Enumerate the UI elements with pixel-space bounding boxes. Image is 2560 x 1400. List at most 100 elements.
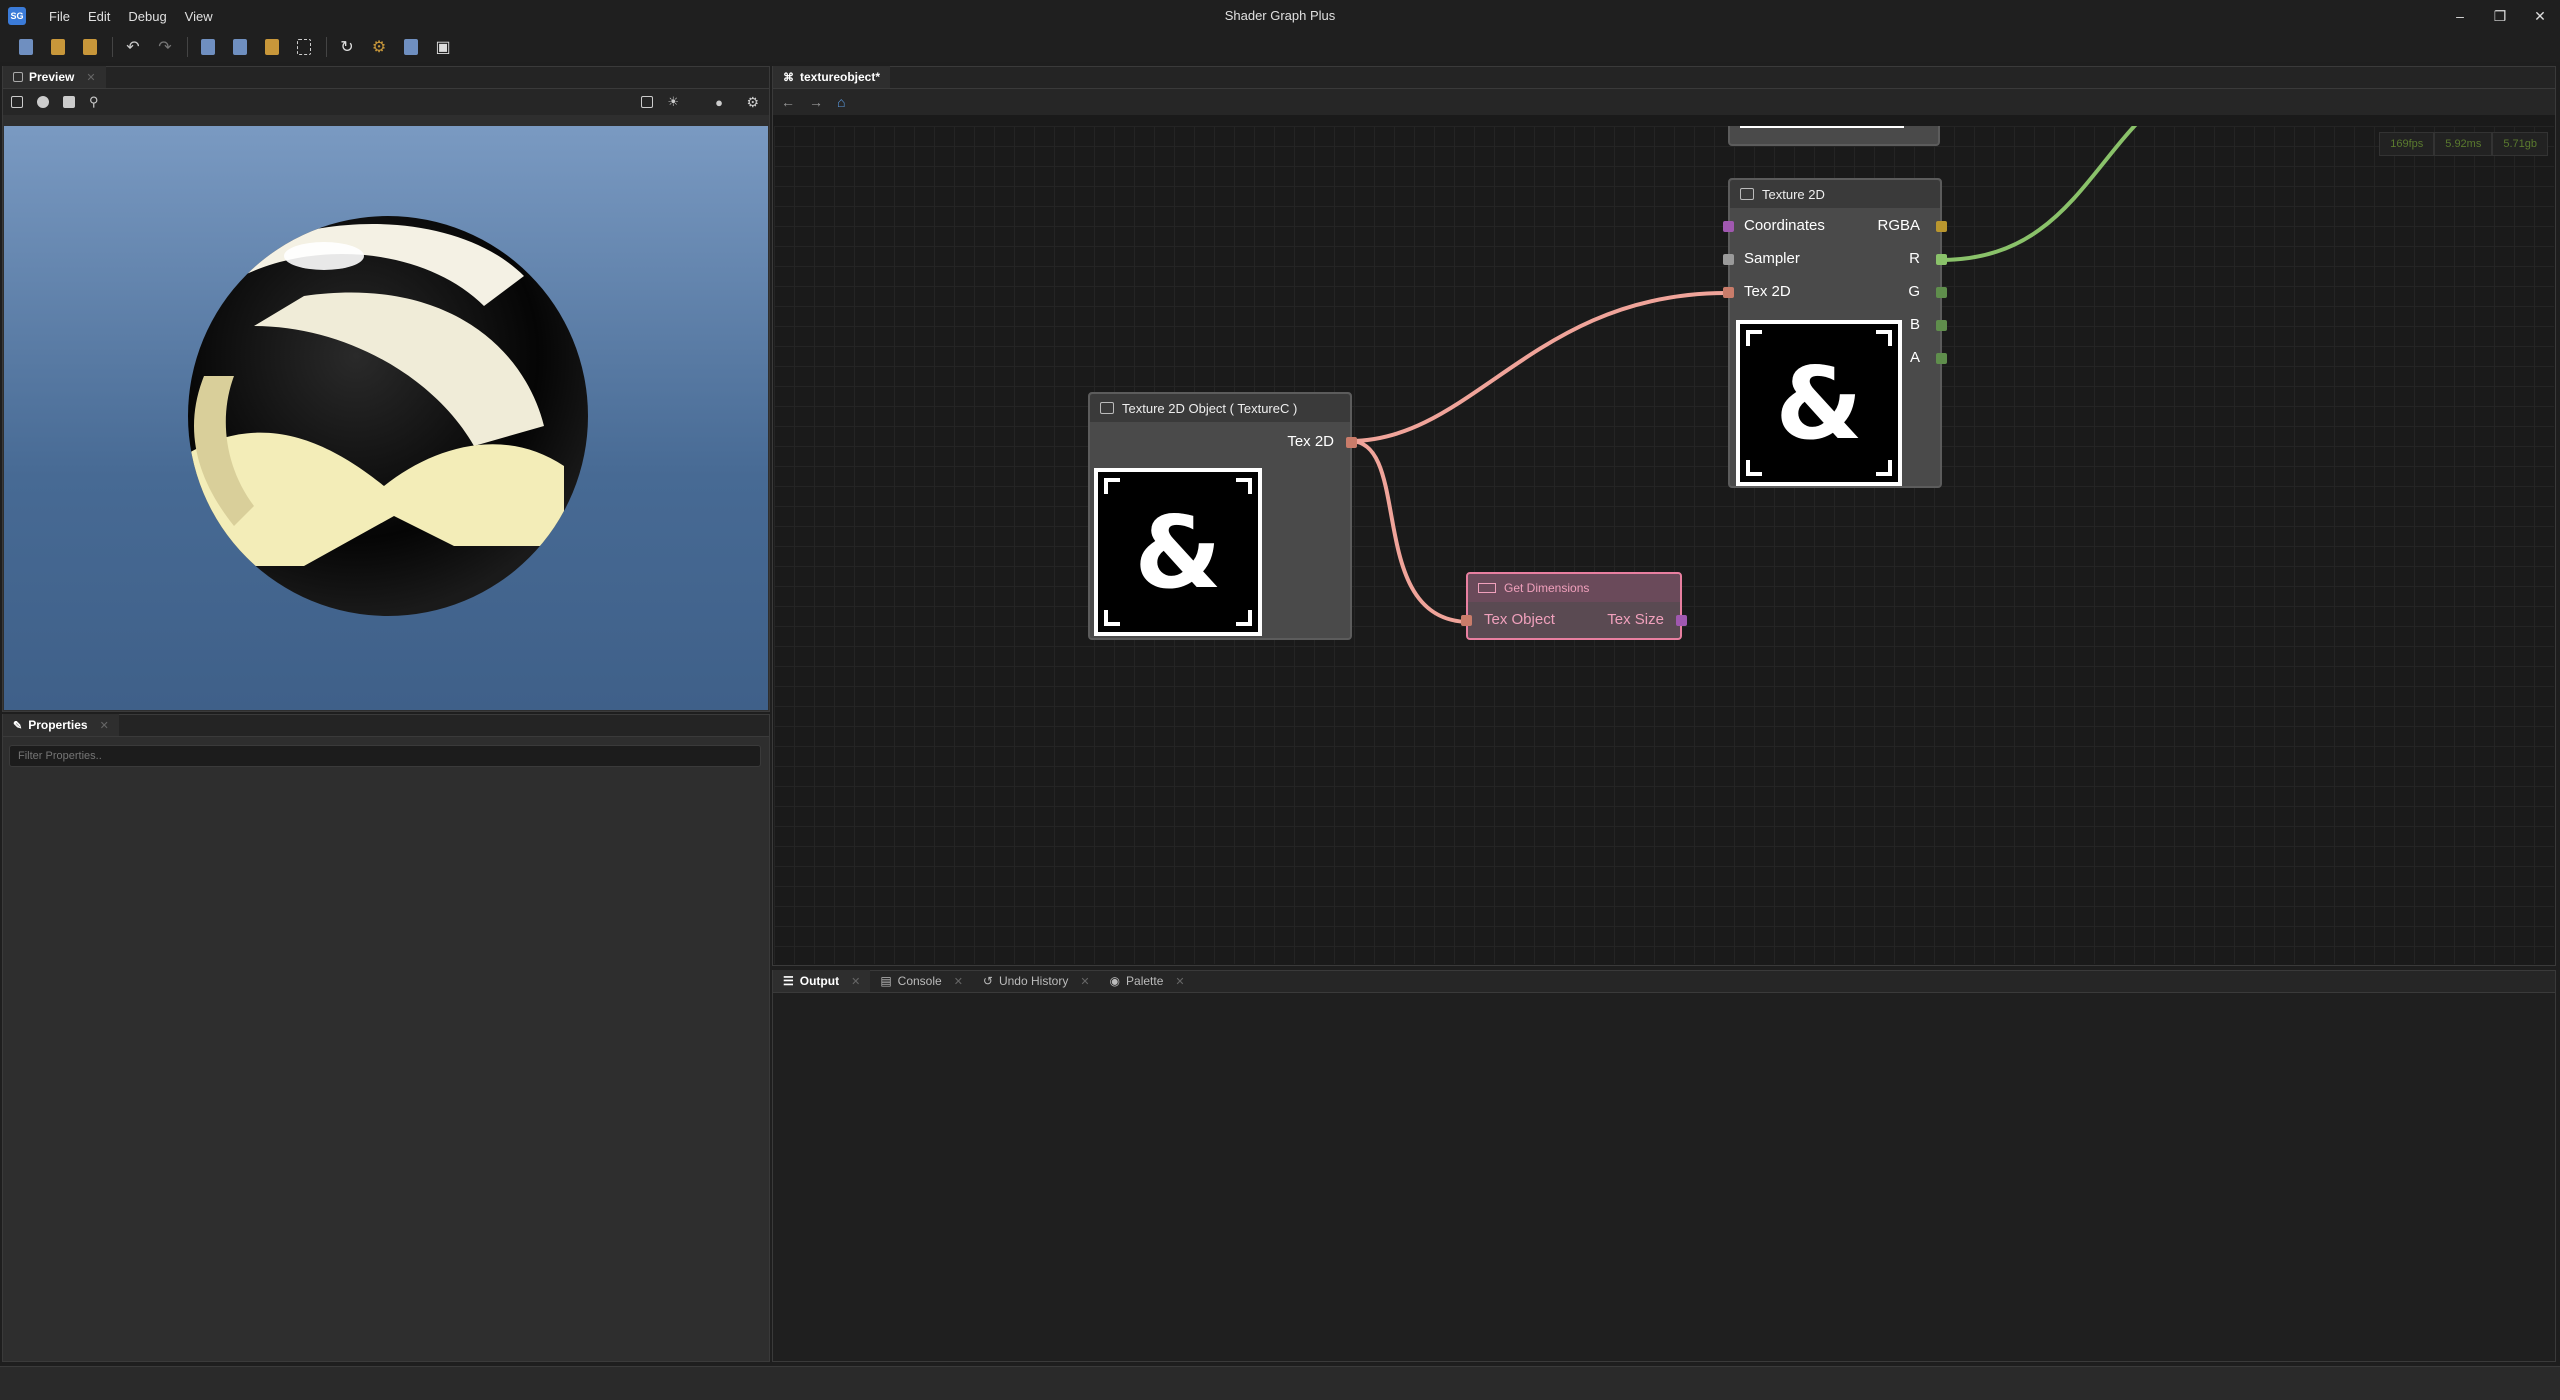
app-logo: SG [8,7,26,25]
console-icon: ▤ [880,974,892,988]
back-arrow-icon[interactable]: ← [781,94,795,110]
pin-r[interactable] [1936,254,1947,265]
close-icon[interactable]: ✕ [2520,0,2560,32]
new-file-icon[interactable] [14,35,38,59]
background-icon[interactable] [641,96,653,108]
save-icon[interactable] [78,35,102,59]
tab-undo-history[interactable]: ↺ Undo History ✕ [973,970,1100,992]
preview-sphere [188,216,588,616]
window-title: Shader Graph Plus [1224,8,1336,23]
properties-panel: ✎ Properties ✕ [2,714,770,1362]
pin-g[interactable] [1936,287,1947,298]
close-icon[interactable]: ✕ [954,975,963,988]
maximize-icon[interactable]: ❐ [2480,0,2520,32]
pin-icon[interactable]: ⚲ [89,94,99,110]
palette-icon: ◉ [1109,974,1121,988]
thumb-corner-bl [1746,460,1762,476]
settings-icon[interactable]: ⚙ [746,94,759,111]
cube-icon[interactable] [63,96,75,108]
ruler-icon [1478,583,1496,593]
thumb-corner-tl [1104,478,1120,494]
sun-icon[interactable]: ☀ [667,94,679,110]
tab-preview[interactable]: Preview ✕ [3,66,106,88]
pin-coordinates[interactable] [1723,221,1734,232]
paste-icon[interactable] [260,35,284,59]
pin-sampler[interactable] [1723,254,1734,265]
thumbnail-glyph: & [1134,493,1222,611]
menu-debug[interactable]: Debug [119,9,175,24]
wire-tex2d-to-getdimensions [1349,439,1471,624]
pin-rgba[interactable] [1936,221,1947,232]
input-coordinates: Coordinates [1744,217,1825,234]
pencil-icon: ✎ [13,719,23,732]
close-icon[interactable]: ✕ [851,975,860,988]
select-all-icon[interactable] [292,35,316,59]
output-a: A [1909,349,1920,366]
pin-tex-object[interactable] [1461,615,1472,626]
image-icon [1100,402,1114,414]
menu-edit[interactable]: Edit [79,9,119,24]
wire-tex2d-to-texture2d [1349,290,1731,443]
pin-tex-size[interactable] [1676,615,1687,626]
thumb-corner-br [1236,610,1252,626]
thumbnail-glyph: & [1775,344,1863,462]
menu-file[interactable]: File [40,9,79,24]
copy-icon[interactable] [228,35,252,59]
get-dimensions-node[interactable]: Get Dimensions Tex Object Tex Size [1461,572,1687,640]
pin-a[interactable] [1936,353,1947,364]
texture-2d-node[interactable]: Texture 2D Coordinates Sampler Tex 2D RG… [1723,178,1947,488]
texture-2d-object-node[interactable]: Texture 2D Object ( TextureC ) Tex 2D & [1088,392,1357,640]
input-tex2d: Tex 2D [1744,283,1791,300]
menu-view[interactable]: View [176,9,222,24]
tab-palette[interactable]: ◉ Palette ✕ [1100,970,1195,992]
refresh-icon[interactable]: ↻ [335,35,359,59]
light-icon[interactable]: ● [715,95,723,110]
image-icon [1740,188,1754,200]
output-rgba: RGBA [1877,217,1920,234]
open-file-icon[interactable] [46,35,70,59]
tab-console[interactable]: ▤ Console ✕ [870,970,973,992]
node-graph-canvas[interactable]: 169fps 5.92ms 5.71gb Texture 2D Coordina… [774,126,2554,964]
output-b: B [1909,316,1920,333]
minimize-icon[interactable]: – [2440,0,2480,32]
bottom-panel: ☰ Output ✕ ▤ Console ✕ ↺ Undo History ✕ ◉ Palet… [772,970,2556,1362]
pin-b[interactable] [1936,320,1947,331]
thumb-corner-tr [1236,478,1252,494]
status-bar [0,1366,2560,1400]
output-tex2d: Tex 2D [1287,433,1334,450]
main-toolbar: ↶ ↷ ↻ ⚙ ▣ [0,32,2560,62]
input-sampler: Sampler [1744,250,1800,267]
thumb-corner-tr [1876,330,1892,346]
tab-textureobject[interactable]: ⌘ textureobject* [773,66,891,88]
sphere-icon[interactable] [37,96,49,108]
menu-bar: File Edit Debug View [40,9,222,24]
list-icon: ☰ [783,974,794,988]
preview-viewport[interactable] [4,126,768,710]
redo-icon[interactable]: ↷ [153,35,177,59]
thumb-corner-bl [1104,610,1120,626]
output-tex-size: Tex Size [1607,611,1664,628]
output-r: R [1909,250,1920,267]
forward-arrow-icon[interactable]: → [809,94,823,110]
home-icon[interactable]: ⌂ [837,94,845,110]
filter-properties-input[interactable] [9,745,761,767]
compile-settings-icon[interactable]: ⚙ [367,35,391,59]
edit-file-icon[interactable] [399,35,423,59]
close-icon[interactable]: ✕ [1080,975,1089,988]
graph-tab-icon: ⌘ [783,71,794,84]
close-icon[interactable]: ✕ [100,719,109,732]
undo-icon[interactable]: ↶ [121,35,145,59]
pin-tex2d-out[interactable] [1346,437,1357,448]
tab-output[interactable]: ☰ Output ✕ [773,970,871,992]
node-title: Texture 2D [1762,186,1825,202]
preview-toolbar: ⚲ ☀ ● ⚙ [3,89,769,115]
pin-tex2d-in[interactable] [1723,287,1734,298]
close-icon[interactable]: ✕ [86,71,95,84]
tab-properties[interactable]: ✎ Properties ✕ [3,714,119,736]
close-icon[interactable]: ✕ [1175,975,1184,988]
screenshot-icon[interactable]: ▣ [431,35,455,59]
cut-icon[interactable] [196,35,220,59]
wires-layer [1349,126,2138,624]
fit-view-icon[interactable] [11,96,23,108]
texture-object-thumbnail: & [1094,468,1262,636]
